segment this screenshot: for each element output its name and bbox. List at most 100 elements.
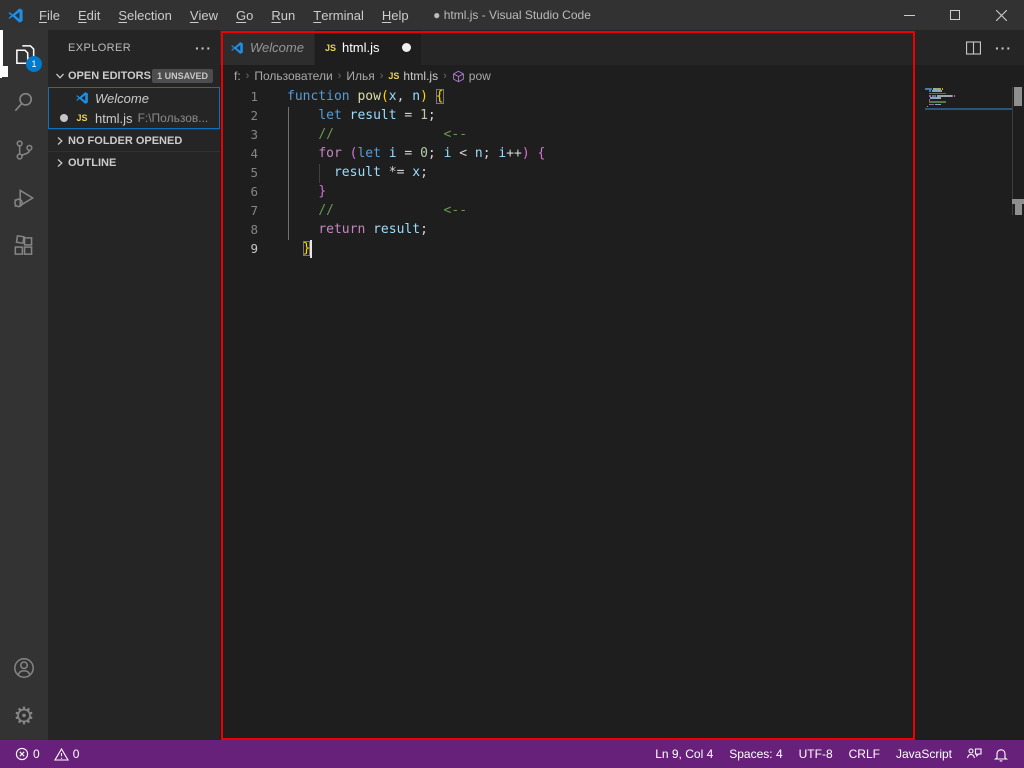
text-cursor: [310, 240, 312, 258]
editor-more-actions-icon[interactable]: ···: [995, 40, 1012, 56]
settings-gear-icon[interactable]: ⚙: [0, 692, 48, 740]
breadcrumb-item[interactable]: Пользователи: [254, 69, 332, 83]
js-icon: JS: [388, 71, 399, 81]
line-number: 1: [220, 87, 262, 106]
overview-ruler[interactable]: [1012, 87, 1024, 740]
maximize-button[interactable]: [932, 0, 978, 30]
white-artifact: [0, 66, 8, 77]
split-editor-icon[interactable]: [966, 41, 981, 55]
minimap-token: [940, 97, 941, 99]
search-icon[interactable]: [0, 78, 48, 126]
run-debug-icon[interactable]: [0, 174, 48, 222]
extensions-icon[interactable]: [0, 222, 48, 270]
menu-edit[interactable]: Edit: [69, 0, 109, 30]
code-line-8: 8 return result;: [220, 220, 1024, 239]
js-file-icon: JS: [74, 113, 90, 123]
chevron-right-icon: ›: [443, 70, 447, 82]
code-editor[interactable]: 1 function pow(x, n) {2 let result = 1;3 …: [220, 87, 1024, 740]
code-line-5: 5 result *= x;: [220, 163, 1024, 182]
editor-actions: ···: [966, 30, 1012, 65]
no-folder-section[interactable]: NO FOLDER OPENED: [48, 129, 220, 151]
editor-name: Welcome: [95, 91, 149, 106]
notifications-bell-icon[interactable]: [988, 747, 1014, 762]
vscode-file-icon: [230, 41, 244, 55]
open-editor-welcome[interactable]: Welcome: [49, 88, 219, 108]
menu-help[interactable]: Help: [373, 0, 418, 30]
activity-bar: 1: [0, 30, 48, 740]
tab-html.js[interactable]: JShtml.js: [315, 30, 422, 65]
outline-section[interactable]: OUTLINE: [48, 151, 220, 173]
menu-terminal[interactable]: Terminal: [304, 0, 373, 30]
scrollbar-thumb[interactable]: [1014, 87, 1022, 106]
menu-selection[interactable]: Selection: [109, 0, 180, 30]
status-ln[interactable]: Ln 9, Col 4: [647, 747, 721, 761]
minimap-token: [954, 95, 955, 97]
status-crlf[interactable]: CRLF: [841, 747, 888, 761]
editor-group: WelcomeJShtml.js ··· f:›Пользователи›Иль…: [220, 30, 1024, 740]
title-bar: FileEditSelectionViewGoRunTerminalHelp ●…: [0, 0, 1024, 30]
line-content: }: [287, 239, 310, 258]
tab-welcome[interactable]: Welcome: [220, 30, 315, 65]
accounts-icon[interactable]: [0, 644, 48, 692]
minimap-token: [940, 104, 941, 106]
method-icon: [452, 70, 465, 83]
code-line-4: 4 for (let i = 0; i < n; i++) {: [220, 144, 1024, 163]
breadcrumb-label: Илья: [346, 69, 374, 83]
vscode-file-icon: [74, 91, 90, 105]
vscode-window: FileEditSelectionViewGoRunTerminalHelp ●…: [0, 0, 1024, 768]
minimap-current-line: [925, 108, 1012, 111]
breadcrumb-item[interactable]: pow: [452, 69, 491, 83]
menu-go[interactable]: Go: [227, 0, 262, 30]
line-content: function pow(x, n) {: [287, 87, 444, 106]
close-button[interactable]: [978, 0, 1024, 30]
explorer-badge: 1: [26, 56, 42, 72]
menu-file[interactable]: File: [30, 0, 69, 30]
code-line-7: 7 // <--: [220, 201, 1024, 220]
error-count[interactable]: 0: [10, 747, 45, 761]
sidebar-more-actions-icon[interactable]: ···: [195, 40, 212, 56]
line-number: 7: [220, 201, 262, 220]
overview-decoration: [1015, 204, 1022, 215]
status-problems[interactable]: 00: [0, 747, 84, 761]
breadcrumb-item[interactable]: Илья: [346, 69, 374, 83]
status-utf8[interactable]: UTF-8: [791, 747, 841, 761]
warning-count[interactable]: 0: [49, 747, 85, 761]
line-content: for (let i = 0; i < n; i++) {: [287, 144, 545, 163]
open-editor-html.js[interactable]: JShtml.jsF:\Пользов...: [49, 108, 219, 128]
vscode-logo-icon: [0, 7, 30, 24]
breadcrumb-item[interactable]: JShtml.js: [388, 69, 438, 83]
status-javascript[interactable]: JavaScript: [888, 747, 960, 761]
menu-view[interactable]: View: [181, 0, 227, 30]
line-content: }: [287, 182, 326, 201]
sidebar-header: EXPLORER ···: [48, 30, 220, 65]
gear-glyph: ⚙: [13, 704, 35, 728]
overview-ruler-line: [1012, 87, 1013, 215]
outline-label: OUTLINE: [68, 157, 116, 169]
minimize-button[interactable]: [886, 0, 932, 30]
menu-bar: FileEditSelectionViewGoRunTerminalHelp: [30, 0, 418, 30]
open-editors-header[interactable]: OPEN EDITORS 1 UNSAVED: [48, 65, 220, 87]
line-number: 6: [220, 182, 262, 201]
menu-run[interactable]: Run: [262, 0, 304, 30]
code-line-2: 2 let result = 1;: [220, 106, 1024, 125]
chevron-down-icon: [52, 71, 68, 81]
code-line-9: 9 }: [220, 239, 1024, 258]
explorer-sidebar: EXPLORER ··· OPEN EDITORS 1 UNSAVED Welc…: [48, 30, 220, 740]
code-line-3: 3 // <--: [220, 125, 1024, 144]
dirty-indicator: [60, 114, 68, 122]
indent-guide: [319, 164, 320, 183]
editor-name: html.js: [95, 111, 133, 126]
breadcrumb-label: pow: [469, 69, 491, 83]
code-lines: 1 function pow(x, n) {2 let result = 1;3 …: [220, 87, 1024, 258]
tab-strip: WelcomeJShtml.js: [220, 30, 1024, 65]
feedback-icon[interactable]: [960, 747, 988, 761]
dirty-indicator[interactable]: [402, 43, 411, 52]
line-content: return result;: [287, 220, 428, 239]
source-control-icon[interactable]: [0, 126, 48, 174]
minimap[interactable]: [925, 87, 1012, 227]
breadcrumb-item[interactable]: f:: [234, 69, 241, 83]
indent-guide-active: [288, 107, 289, 240]
line-content: // <--: [287, 125, 467, 144]
status-spaces[interactable]: Spaces: 4: [721, 747, 790, 761]
line-content: let result = 1;: [287, 106, 436, 125]
